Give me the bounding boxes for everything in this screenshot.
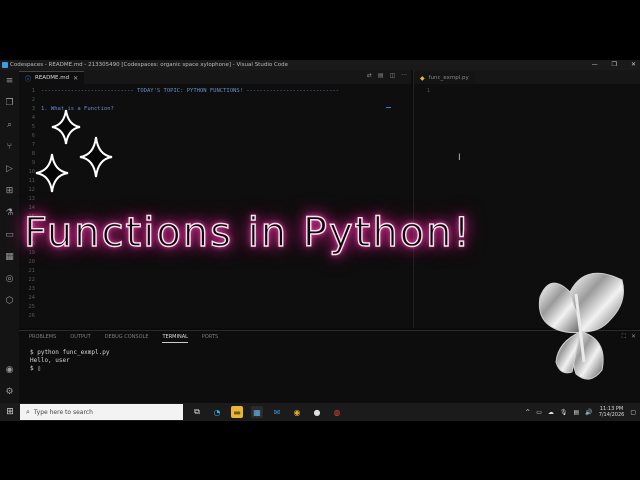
- extensions-icon[interactable]: ⊞: [0, 180, 19, 202]
- sparkle-icon: [35, 153, 69, 193]
- code-area-right[interactable]: 1: [414, 84, 640, 96]
- volume-icon[interactable]: 🔊: [585, 409, 592, 416]
- activity-bar: ≡ ❐ ⌕ ⑂ ▷ ⊞ ⚗ ▭ ▦ ◎ ⬡ ◉ ⚙: [0, 70, 19, 405]
- line-number: 5: [31, 124, 35, 130]
- vscode-logo-icon: [2, 62, 8, 68]
- code-line: 13: [19, 195, 411, 204]
- chrome-icon[interactable]: ◉: [291, 406, 303, 418]
- code-line: 12: [19, 186, 411, 195]
- line-number: 26: [28, 313, 35, 319]
- explorer-icon[interactable]: ❐: [0, 92, 19, 114]
- network-icon[interactable]: ▤: [574, 409, 580, 416]
- chrome-butterfly-icon: [538, 272, 624, 380]
- line-number: 2: [31, 97, 35, 103]
- search-icon: ⌕: [26, 407, 30, 416]
- close-window-button[interactable]: ✕: [631, 60, 636, 70]
- close-tab-icon[interactable]: ✕: [73, 75, 78, 82]
- editor-actions: ⇄ ▤ ◫ ···: [367, 72, 407, 79]
- file-explorer-icon[interactable]: ▬: [231, 406, 243, 418]
- line-number: 20: [28, 259, 35, 265]
- line-number: 1: [31, 88, 35, 94]
- title-bar: Codespaces - README.md - 213305490 [Code…: [0, 60, 640, 70]
- line-number: 21: [28, 268, 35, 274]
- display-icon[interactable]: ▭: [536, 409, 542, 416]
- editor-tabs: ⓘ README.md ✕ ⇄ ▤ ◫ ···: [19, 70, 411, 84]
- line-number: 23: [28, 286, 35, 292]
- tab-problems[interactable]: PROBLEMS: [29, 334, 56, 343]
- code-line: 20: [19, 258, 411, 267]
- more-actions-icon[interactable]: ···: [401, 72, 407, 79]
- info-file-icon: ⓘ: [25, 75, 32, 83]
- run-debug-icon[interactable]: ▷: [0, 158, 19, 180]
- search-placeholder: Type here to search: [33, 408, 93, 416]
- microsoft-store-icon[interactable]: ▦: [251, 406, 263, 418]
- line-number: 6: [31, 133, 35, 139]
- code-line: 21: [19, 267, 411, 276]
- line-number: 13: [28, 196, 35, 202]
- tab-func-exmpl[interactable]: ◆ func_exmpl.py: [414, 72, 475, 84]
- tab-label: README.md: [35, 75, 70, 81]
- mail-icon[interactable]: ✉: [271, 406, 283, 418]
- line-number: 4: [31, 115, 35, 121]
- edge-browser-icon[interactable]: ◔: [211, 406, 223, 418]
- line-number: 25: [28, 304, 35, 310]
- task-view-icon[interactable]: ⧉: [191, 406, 203, 418]
- split-editor-icon[interactable]: ◫: [390, 72, 396, 79]
- taskbar-search-box[interactable]: ⌕ Type here to search: [20, 404, 183, 420]
- line-number: 3: [31, 106, 35, 112]
- code-line: 26: [19, 312, 411, 321]
- code-line: 25: [19, 303, 411, 312]
- video-title-overlay: Functions in Python!: [23, 209, 472, 256]
- windows-taskbar: ⊞ ⌕ Type here to search ⧉ ◔ ▬ ▦ ✉ ◉ ● ◍ …: [0, 403, 640, 421]
- windows-start-icon[interactable]: ⊞: [0, 403, 20, 421]
- open-changes-icon[interactable]: ⇄: [367, 72, 372, 79]
- text-cursor-icon: I: [458, 153, 461, 163]
- menu-icon[interactable]: ≡: [0, 70, 19, 92]
- code-line: 2: [19, 96, 411, 105]
- tab-label: func_exmpl.py: [428, 75, 469, 81]
- taskbar-clock[interactable]: 11:13 PM 7/14/2026: [599, 406, 625, 418]
- code-line: 22: [19, 276, 411, 285]
- python-file-icon: ◆: [420, 74, 425, 82]
- preview-icon[interactable]: ▤: [378, 72, 384, 79]
- tab-debug-console[interactable]: DEBUG CONSOLE: [105, 334, 149, 343]
- line-content: ---------------------------- TODAY'S TOP…: [41, 88, 340, 94]
- window-title: Codespaces - README.md - 213305490 [Code…: [10, 62, 289, 68]
- remote-explorer-icon[interactable]: ▭: [0, 224, 19, 246]
- show-hidden-icons-icon[interactable]: ^: [525, 409, 530, 416]
- testing-icon[interactable]: ⚗: [0, 202, 19, 224]
- sparkle-icon: [79, 136, 113, 178]
- maximize-button[interactable]: ❐: [612, 60, 617, 70]
- tab-terminal[interactable]: TERMINAL: [162, 334, 188, 343]
- editor-tabs-right: ◆ func_exmpl.py: [414, 70, 640, 84]
- microphone-icon[interactable]: 🎙: [560, 409, 568, 416]
- tab-ports[interactable]: PORTS: [202, 334, 218, 343]
- code-line: 24: [19, 294, 411, 303]
- system-tray: ^ ▭ ☁ 🎙 ▤ 🔊 11:13 PM 7/14/2026 ▢: [525, 403, 636, 421]
- obs-icon[interactable]: ●: [311, 406, 323, 418]
- cloud-icon[interactable]: ☁: [548, 409, 554, 416]
- close-panel-icon[interactable]: ✕: [631, 333, 636, 340]
- notifications-icon[interactable]: ▢: [630, 409, 636, 416]
- minimap-cursor-indicator: [386, 107, 391, 108]
- settings-gear-icon[interactable]: ⚙: [0, 381, 19, 403]
- source-control-icon[interactable]: ⑂: [0, 136, 19, 158]
- line-number: 24: [28, 295, 35, 301]
- line-number: 22: [28, 277, 35, 283]
- tab-readme[interactable]: ⓘ README.md ✕: [19, 71, 85, 84]
- minimize-button[interactable]: —: [592, 60, 598, 70]
- docker-icon[interactable]: ▦: [0, 246, 19, 268]
- account-icon[interactable]: ◉: [0, 359, 19, 381]
- code-line: 23: [19, 285, 411, 294]
- code-line: 1: [414, 87, 640, 96]
- tab-output[interactable]: OUTPUT: [70, 334, 90, 343]
- code-line: 1 ---------------------------- TODAY'S TO…: [19, 87, 411, 96]
- search-icon[interactable]: ⌕: [0, 114, 19, 136]
- clock-date: 7/14/2026: [598, 412, 625, 418]
- recording-app-icon[interactable]: ◍: [331, 406, 343, 418]
- github-icon[interactable]: ◎: [0, 268, 19, 290]
- line-number: 1: [426, 88, 430, 94]
- database-icon[interactable]: ⬡: [0, 290, 19, 312]
- line-number: 7: [31, 142, 35, 148]
